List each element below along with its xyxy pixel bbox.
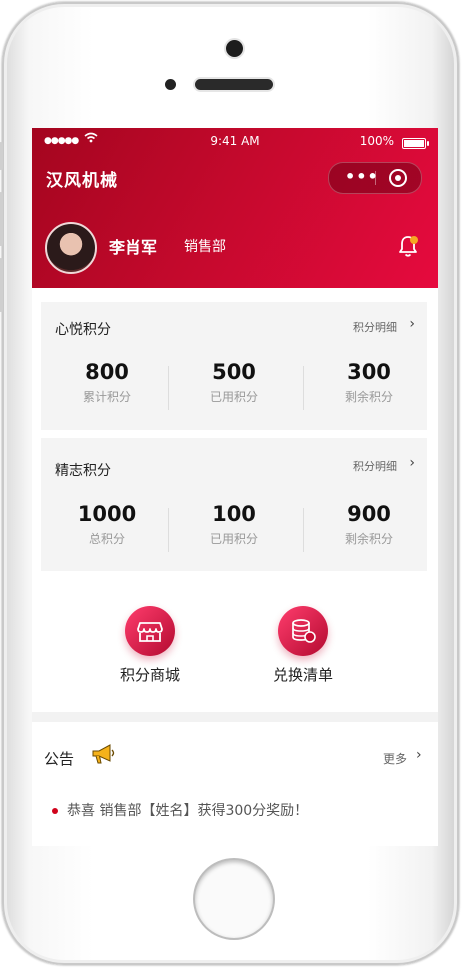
card-title: 心悦积分: [55, 322, 111, 338]
earpiece-speaker: [195, 79, 273, 90]
store-icon: [125, 606, 175, 656]
points-detail-link[interactable]: 积分明细: [353, 458, 397, 474]
stat-label: 剩余积分: [344, 532, 393, 546]
points-mall-button[interactable]: 积分商城: [90, 606, 210, 685]
mute-switch: [0, 142, 3, 170]
proximity-sensor: [165, 79, 176, 90]
stat-label: 累计积分: [82, 390, 131, 404]
stat-total: 800 累计积分: [43, 360, 171, 405]
app-header: ●●●●● 9:41 AM 100% 汉风机械 ••• 李肖军 销售部: [32, 128, 438, 288]
chevron-right-icon[interactable]: ›: [409, 455, 415, 471]
stat-divider: [168, 508, 169, 552]
app-title: 汉风机械: [46, 171, 118, 191]
volume-up-button: [0, 192, 3, 246]
user-department: 销售部: [184, 239, 226, 255]
section-divider: [32, 712, 438, 722]
notice-more-link[interactable]: 更多: [383, 750, 407, 767]
stat-label: 总积分: [88, 532, 125, 546]
stat-value: 1000: [77, 502, 137, 526]
megaphone-icon: [92, 744, 115, 764]
avatar[interactable]: [45, 222, 97, 274]
notice-item[interactable]: 恭喜 销售部【姓名】获得300分奖励！: [67, 800, 308, 820]
stat-divider: [168, 366, 169, 410]
more-icon[interactable]: •••: [345, 167, 379, 186]
home-button[interactable]: [195, 860, 273, 938]
stat-remaining: 900 剩余积分: [305, 502, 433, 547]
stat-used: 100 已用积分: [170, 502, 298, 547]
stat-label: 剩余积分: [344, 390, 393, 404]
app-screen: ●●●●● 9:41 AM 100% 汉风机械 ••• 李肖军 销售部 心悦积分…: [32, 128, 438, 846]
points-card-jingzhi: 精志积分 积分明细 › 1000 总积分 100 已用积分 900 剩余积分: [41, 438, 427, 571]
points-detail-link[interactable]: 积分明细: [353, 319, 397, 335]
notice-title: 公告: [44, 750, 75, 768]
stat-value: 300: [347, 360, 391, 384]
user-name: 李肖军: [109, 238, 158, 257]
stat-total: 1000 总积分: [43, 502, 171, 547]
stat-value: 900: [347, 502, 391, 526]
stat-divider: [303, 366, 304, 410]
notification-badge: [410, 236, 418, 244]
battery-percent: 100%: [359, 134, 394, 148]
notice-bullet: [52, 808, 58, 814]
stat-value: 100: [212, 502, 256, 526]
status-bar: ●●●●● 9:41 AM 100%: [32, 132, 438, 150]
stat-used: 500 已用积分: [170, 360, 298, 405]
chevron-right-icon[interactable]: ›: [409, 316, 415, 332]
phone-frame: ●●●●● 9:41 AM 100% 汉风机械 ••• 李肖军 销售部 心悦积分…: [0, 2, 459, 965]
close-target-icon[interactable]: [389, 169, 407, 187]
card-title: 精志积分: [55, 463, 111, 479]
chevron-right-icon[interactable]: ›: [416, 747, 422, 763]
mini-program-capsule: •••: [328, 162, 422, 194]
front-camera: [226, 40, 243, 57]
stat-value: 800: [85, 360, 129, 384]
redemption-list-button[interactable]: 兑换清单: [243, 606, 363, 685]
stat-value: 500: [212, 360, 256, 384]
action-label: 积分商城: [119, 666, 180, 684]
stat-label: 已用积分: [209, 390, 258, 404]
stat-label: 已用积分: [209, 532, 258, 546]
capsule-divider: [375, 171, 376, 185]
coins-icon: [278, 606, 328, 656]
action-label: 兑换清单: [272, 666, 333, 684]
stat-remaining: 300 剩余积分: [305, 360, 433, 405]
battery-icon: [402, 138, 429, 149]
points-card-xinyue: 心悦积分 积分明细 › 800 累计积分 500 已用积分 300 剩余积分: [41, 302, 427, 430]
volume-down-button: [0, 258, 3, 312]
stat-divider: [303, 508, 304, 552]
